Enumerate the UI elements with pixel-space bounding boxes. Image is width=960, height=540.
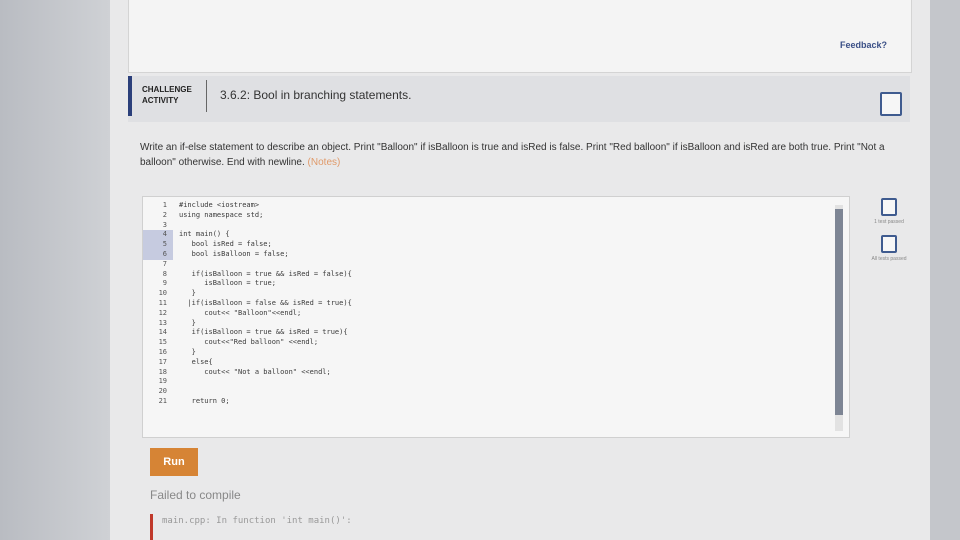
line-number: 3 <box>162 220 167 229</box>
line-number: 11 <box>158 298 167 307</box>
instructions: Write an if-else statement to describe a… <box>140 140 900 170</box>
line-number: 18 <box>158 367 167 376</box>
code-line[interactable]: cout<<"Red balloon" <<endl; <box>179 338 839 348</box>
code-line[interactable]: bool isBalloon = false; <box>179 250 839 260</box>
code-line[interactable]: cout<< "Balloon"<<endl; <box>179 309 839 319</box>
code-line[interactable]: if(isBalloon = true && isRed = true){ <box>179 328 839 338</box>
code-line[interactable]: else{ <box>179 358 839 368</box>
error-indicator-bar <box>150 514 153 540</box>
code-line[interactable]: cout<< "Not a balloon" <<endl; <box>179 368 839 378</box>
header-divider <box>206 80 207 112</box>
line-number: 7 <box>162 259 167 268</box>
code-line[interactable]: if(isBalloon = true && isRed = false){ <box>179 270 839 280</box>
activity-title: 3.6.2: Bool in branching statements. <box>220 88 412 102</box>
line-number: 15 <box>158 338 167 347</box>
line-number: 5 <box>143 240 173 250</box>
code-editor[interactable]: 1 2 3 4 5 6 7 8 9 10 11 12 13 14 15 16 17 18 19 20 21 #inclu… <box>142 196 850 438</box>
completion-checkbox-icon <box>880 92 902 116</box>
test-2-label: All tests passed <box>871 256 907 262</box>
activity-type-line1: CHALLENGE <box>142 85 192 94</box>
line-number: 8 <box>162 269 167 278</box>
code-line[interactable]: } <box>179 319 839 329</box>
line-number: 13 <box>158 318 167 327</box>
line-number: 20 <box>158 387 167 396</box>
code-line[interactable]: int main() { <box>179 230 839 240</box>
compile-status: Failed to compile <box>150 488 241 502</box>
line-number: 2 <box>162 210 167 219</box>
activity-type-label: CHALLENGE ACTIVITY <box>142 84 204 106</box>
code-line[interactable] <box>179 387 839 397</box>
code-line[interactable]: } <box>179 348 839 358</box>
code-line[interactable]: bool isRed = false; <box>179 240 839 250</box>
screen-bezel <box>0 0 110 540</box>
editor-scrollbar[interactable] <box>835 205 843 431</box>
instructions-text: Write an if-else statement to describe a… <box>140 142 885 168</box>
error-output: main.cpp: In function 'int main()': <box>150 510 910 540</box>
code-line[interactable]: } <box>179 289 839 299</box>
test-1-label: 1 test passed <box>874 219 904 225</box>
error-text: main.cpp: In function 'int main()': <box>162 516 352 526</box>
test-2-checkbox-icon <box>881 235 897 253</box>
test-status-panel: 1 test passed All tests passed <box>866 198 912 272</box>
code-line[interactable]: isBalloon = true; <box>179 279 839 289</box>
code-line[interactable] <box>179 221 839 231</box>
test-1-checkbox-icon <box>881 198 897 216</box>
accent-bar <box>128 76 132 116</box>
line-number: 10 <box>158 289 167 298</box>
zybooks-page: Feedback? CHALLENGE ACTIVITY 3.6.2: Bool… <box>110 0 930 540</box>
line-number: 4 <box>143 230 173 241</box>
code-line[interactable] <box>179 260 839 270</box>
editor-scrollbar-thumb[interactable] <box>835 209 843 415</box>
line-number: 6 <box>143 249 173 260</box>
run-button[interactable]: Run <box>150 448 198 476</box>
notes-link[interactable]: (Notes) <box>308 157 341 168</box>
line-number: 1 <box>162 201 167 209</box>
line-number: 17 <box>158 357 167 366</box>
line-number-gutter: 1 2 3 4 5 6 7 8 9 10 11 12 13 14 15 16 17 18 19 20 21 <box>143 201 173 407</box>
line-number: 21 <box>158 396 167 405</box>
code-line[interactable] <box>179 377 839 387</box>
line-number: 12 <box>158 308 167 317</box>
code-line[interactable]: return 0; <box>179 397 839 407</box>
activity-type-line2: ACTIVITY <box>142 96 179 105</box>
previous-activity-card: Feedback? <box>128 0 912 73</box>
line-number: 19 <box>158 377 167 386</box>
code-text[interactable]: #include <iostream> using namespace std; i… <box>179 201 839 407</box>
code-line[interactable]: using namespace std; <box>179 211 839 221</box>
feedback-link[interactable]: Feedback? <box>840 40 887 50</box>
line-number: 16 <box>158 347 167 356</box>
challenge-header: CHALLENGE ACTIVITY 3.6.2: Bool in branch… <box>128 76 910 122</box>
code-line[interactable]: #include <iostream> <box>179 201 839 211</box>
line-number: 9 <box>162 279 167 288</box>
code-line[interactable]: |if(isBalloon = false && isRed = true){ <box>179 299 839 309</box>
line-number: 14 <box>158 328 167 337</box>
